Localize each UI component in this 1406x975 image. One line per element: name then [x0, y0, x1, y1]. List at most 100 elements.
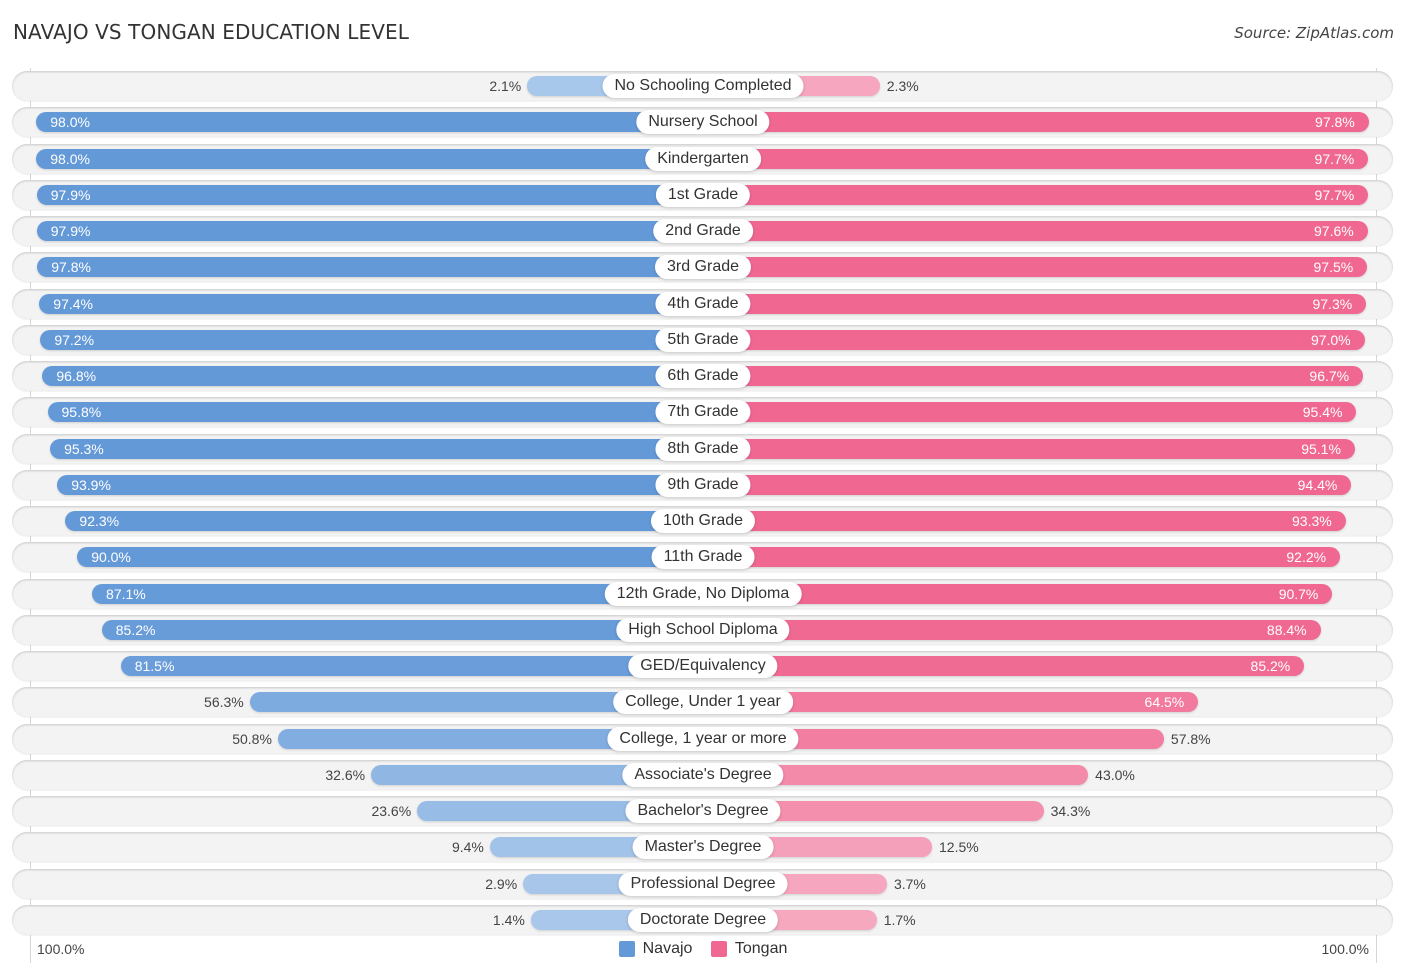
category-label: High School Diploma [616, 617, 790, 642]
category-label: 3rd Grade [654, 255, 752, 280]
value-label-navajo: 96.8% [56, 368, 97, 385]
bar-tongan[interactable] [703, 293, 1367, 314]
bar-tongan[interactable] [703, 257, 1368, 278]
bar-tongan[interactable] [703, 112, 1369, 133]
value-label-navajo: 97.4% [53, 295, 93, 312]
value-label-tongan: 90.7% [1278, 585, 1319, 602]
legend: Navajo Tongan [0, 940, 1406, 962]
value-label-navajo: 97.9% [50, 186, 91, 203]
bar-tongan[interactable] [703, 329, 1365, 350]
value-label-tongan: 97.7% [1314, 150, 1355, 167]
category-label: Associate's Degree [622, 762, 784, 787]
category-label: 12th Grade, No Diploma [604, 581, 802, 606]
value-label-navajo: 95.3% [64, 440, 104, 457]
category-label: 2nd Grade [653, 219, 753, 244]
value-label-navajo: 90.0% [91, 549, 131, 566]
legend-label-navajo: Navajo [642, 940, 693, 957]
value-label-navajo: 85.2% [115, 621, 156, 638]
value-label-tongan: 85.2% [1250, 658, 1291, 675]
value-label-tongan: 97.8% [1315, 114, 1355, 131]
value-label-navajo: 2.9% [485, 875, 518, 892]
bar-tongan[interactable] [703, 366, 1364, 387]
bar-navajo[interactable] [101, 619, 703, 640]
bar-navajo[interactable] [36, 112, 703, 133]
value-label-navajo: 1.4% [492, 911, 525, 928]
bar-navajo[interactable] [120, 656, 703, 677]
category-label: GED/Equivalency [628, 654, 778, 679]
value-label-tongan: 92.2% [1286, 549, 1327, 566]
category-label: 10th Grade [650, 509, 756, 534]
chart-rows: 2.1% 2.3% No Schooling Completed 98.0% 97.8%… [0, 0, 1406, 975]
value-label-navajo: 50.8% [232, 730, 272, 747]
value-label-tongan: 12.5% [939, 839, 979, 856]
value-label-navajo: 95.8% [61, 404, 102, 421]
category-label: Nursery School [636, 110, 770, 135]
bar-navajo[interactable] [42, 366, 703, 387]
category-label: 7th Grade [655, 400, 751, 425]
value-label-navajo: 87.1% [106, 585, 146, 602]
bar-tongan[interactable] [703, 474, 1352, 495]
value-label-tongan: 94.4% [1297, 476, 1338, 493]
bar-tongan[interactable] [703, 402, 1357, 423]
category-label: 11th Grade [651, 545, 755, 570]
bar-tongan[interactable] [703, 511, 1346, 532]
bar-navajo[interactable] [65, 511, 703, 532]
value-label-tongan: 97.7% [1314, 186, 1355, 203]
bar-navajo[interactable] [57, 474, 703, 495]
value-label-navajo: 98.0% [50, 150, 90, 167]
value-label-navajo: 97.8% [51, 259, 91, 276]
category-label: Doctorate Degree [627, 907, 779, 932]
value-label-navajo: 9.4% [451, 839, 484, 856]
category-label: 8th Grade [655, 436, 751, 461]
legend-item-navajo[interactable]: Navajo [618, 940, 693, 958]
bar-navajo[interactable] [50, 438, 703, 459]
bar-tongan[interactable] [703, 547, 1341, 568]
value-label-navajo: 97.2% [54, 331, 95, 348]
value-label-tongan: 2.3% [886, 78, 919, 94]
bar-tongan[interactable] [703, 184, 1369, 205]
value-label-tongan: 34.3% [1050, 803, 1091, 820]
category-label: 5th Grade [655, 327, 751, 352]
value-label-navajo: 93.9% [71, 476, 111, 493]
value-label-tongan: 3.7% [893, 875, 926, 892]
bar-navajo[interactable] [39, 293, 703, 314]
value-label-navajo: 23.6% [371, 803, 412, 820]
value-label-tongan: 97.5% [1313, 259, 1354, 276]
value-label-tongan: 97.0% [1310, 331, 1351, 348]
category-label: Kindergarten [645, 146, 761, 171]
value-label-tongan: 64.5% [1144, 694, 1185, 711]
value-label-tongan: 57.8% [1170, 730, 1211, 747]
value-label-tongan: 43.0% [1095, 766, 1135, 783]
category-label: College, 1 year or more [607, 726, 799, 751]
legend-label-tongan: Tongan [734, 940, 788, 957]
legend-swatch-tongan [710, 941, 727, 957]
value-label-navajo: 98.0% [50, 114, 90, 131]
bar-tongan[interactable] [703, 656, 1305, 677]
bar-tongan[interactable] [703, 438, 1355, 459]
category-label: Professional Degree [618, 871, 788, 896]
value-label-tongan: 88.4% [1266, 621, 1307, 638]
value-label-tongan: 97.3% [1312, 295, 1353, 312]
bar-navajo[interactable] [36, 184, 703, 205]
bar-tongan[interactable] [703, 148, 1369, 169]
category-label: Master's Degree [632, 835, 774, 860]
bar-navajo[interactable] [36, 221, 703, 242]
bar-navajo[interactable] [77, 547, 703, 568]
value-label-navajo: 81.5% [134, 658, 175, 675]
category-label: College, Under 1 year [613, 690, 793, 715]
bar-tongan[interactable] [703, 221, 1368, 242]
category-label: Bachelor's Degree [625, 799, 781, 824]
legend-item-tongan[interactable]: Tongan [710, 940, 788, 958]
value-label-navajo: 97.9% [50, 223, 91, 240]
value-label-tongan: 93.3% [1292, 513, 1332, 530]
value-label-tongan: 97.6% [1314, 223, 1354, 240]
bar-navajo[interactable] [37, 257, 703, 278]
bar-navajo[interactable] [40, 329, 703, 350]
value-label-navajo: 2.1% [489, 78, 522, 94]
bar-navajo[interactable] [47, 402, 703, 423]
bar-tongan[interactable] [703, 619, 1321, 640]
bar-navajo[interactable] [36, 148, 703, 169]
value-label-tongan: 96.7% [1309, 368, 1350, 385]
value-label-navajo: 32.6% [325, 766, 366, 783]
value-label-tongan: 95.1% [1301, 440, 1341, 457]
